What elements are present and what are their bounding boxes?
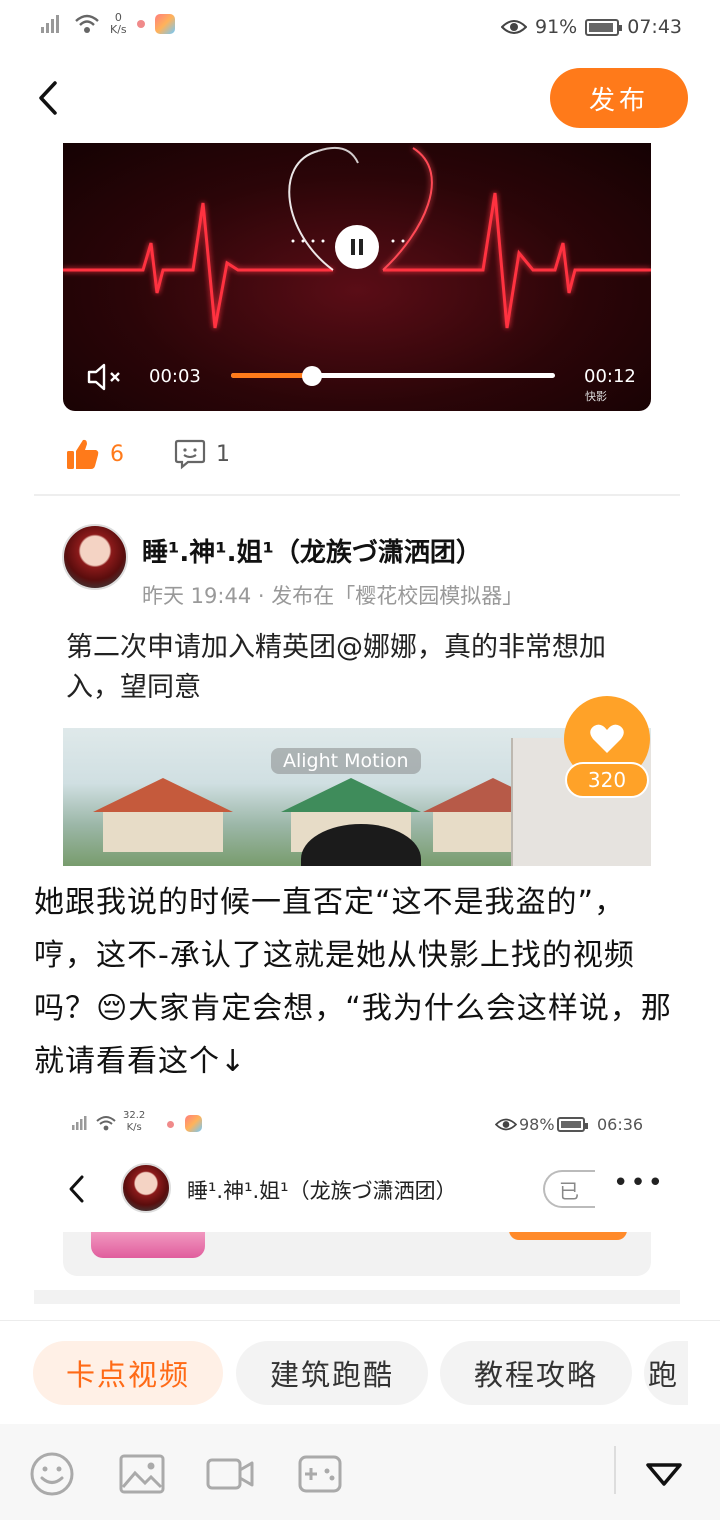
chevron-left-icon [39, 81, 57, 115]
wifi-icon [96, 1116, 116, 1131]
composer-toolbar [0, 1424, 720, 1520]
publish-button[interactable]: 发布 [550, 68, 688, 128]
clock: 07:43 [627, 16, 682, 38]
mute-icon[interactable] [87, 362, 127, 396]
progress-slider[interactable] [231, 366, 555, 386]
caption-text: 她跟我说的时候一直否定“这不是我盗的”，哼，这不-承认了这就是她从快影上找的视频… [34, 885, 672, 1079]
app-notification-icon [185, 1115, 202, 1132]
comment-count: 1 [216, 441, 230, 467]
net-speed-value: 32.2 [123, 1110, 146, 1121]
comment-button[interactable]: 1 [174, 438, 230, 470]
avatar [121, 1163, 171, 1213]
divider [34, 494, 680, 496]
net-speed-unit: K/s [126, 1122, 142, 1133]
eye-comfort-icon [495, 1118, 517, 1131]
like-button[interactable]: 6 [66, 438, 124, 470]
back-button[interactable] [26, 74, 70, 122]
comment-icon [174, 439, 206, 470]
wifi-icon [75, 14, 99, 33]
embedded-profile-header: 睡¹.神¹.姐¹（龙族づ潇洒团） 已 ••• [63, 1160, 663, 1230]
emoji-icon [30, 1452, 74, 1496]
post-video-thumbnail[interactable]: Alight Motion [63, 728, 651, 866]
video-button[interactable] [206, 1450, 254, 1498]
pause-icon-bar [359, 239, 363, 255]
progress-handle[interactable] [302, 366, 322, 386]
toolbar-separator [614, 1446, 616, 1494]
topic-chip[interactable]: 教程攻略 [440, 1341, 632, 1405]
image-button[interactable] [118, 1450, 166, 1498]
embedded-content-strip [63, 1232, 651, 1276]
caption-overlay: 她跟我说的时候一直否定“这不是我盗的”，哼，这不-承认了这就是她从快影上找的视频… [0, 866, 720, 1106]
embedded-badge-graphic [91, 1232, 205, 1258]
topic-chip[interactable]: 卡点视频 [33, 1341, 223, 1405]
heart-count: 320 [565, 762, 649, 798]
embedded-more-icon: ••• [613, 1168, 666, 1198]
post-text[interactable]: 第二次申请加入精英团@娜娜，真的非常想加入，望同意 [66, 628, 646, 708]
signal-icon [41, 15, 59, 33]
battery-percent: 98% [519, 1115, 555, 1134]
emoji-button[interactable] [28, 1450, 76, 1498]
game-button[interactable] [296, 1450, 344, 1498]
pause-icon-bar [351, 239, 355, 255]
chevron-left-icon [69, 1175, 84, 1203]
section-separator [34, 1290, 680, 1304]
reactions-bar: 6 1 [66, 436, 230, 472]
embedded-username: 睡¹.神¹.姐¹（龙族づ潇洒团） [187, 1179, 457, 1203]
net-speed-unit: K/s [110, 23, 127, 36]
embedded-status-bar: 32.2 K/s 98% 06:36 [63, 1110, 651, 1140]
clock: 06:36 [597, 1115, 644, 1134]
post-username[interactable]: 睡¹.神¹.姐¹（龙族づ潇洒团） [142, 532, 482, 569]
alight-motion-badge: Alight Motion [271, 748, 421, 774]
battery-percent: 91% [535, 16, 578, 38]
current-time: 00:03 [149, 366, 201, 387]
video-player[interactable]: 00:03 00:12 快影 [63, 143, 651, 411]
thumbs-up-icon [67, 439, 99, 469]
gamepad-icon [298, 1455, 342, 1493]
app-notification-icon [154, 14, 175, 34]
pause-button[interactable] [335, 225, 379, 269]
collapse-button[interactable] [640, 1450, 688, 1498]
heart-icon [590, 724, 624, 753]
topic-chip[interactable]: 建筑跑酷 [236, 1341, 428, 1405]
video-camera-icon [206, 1458, 254, 1490]
image-icon [119, 1454, 165, 1494]
kuaiying-watermark: 快影 [585, 390, 607, 403]
battery-icon [557, 1117, 588, 1132]
topic-chip[interactable]: 跑 [644, 1341, 688, 1405]
signal-icon [72, 1116, 87, 1130]
net-speed: 32.2 K/s [123, 1110, 145, 1134]
embedded-follow-button: 已 [543, 1170, 595, 1208]
eye-comfort-icon [501, 20, 527, 34]
total-time: 00:12 [584, 366, 636, 387]
avatar[interactable] [62, 524, 128, 590]
house-graphic [93, 778, 233, 852]
like-count: 6 [110, 441, 124, 467]
topic-chips: 卡点视频 建筑跑酷 教程攻略 跑 [0, 1320, 720, 1424]
collapse-icon [646, 1463, 682, 1486]
status-bar: 0 K/s 91% 07:43 [0, 0, 720, 56]
post-meta[interactable]: 昨天 19:44 · 发布在「樱花校园模拟器」 [142, 580, 523, 610]
progress-fill [231, 373, 312, 378]
embedded-button-graphic [509, 1232, 627, 1240]
net-speed: 0 K/s [110, 12, 127, 36]
battery-icon [585, 18, 623, 36]
video-controls: 00:03 00:12 快影 [63, 358, 651, 403]
notification-dot-icon [136, 20, 145, 28]
notification-dot-icon [167, 1121, 174, 1128]
